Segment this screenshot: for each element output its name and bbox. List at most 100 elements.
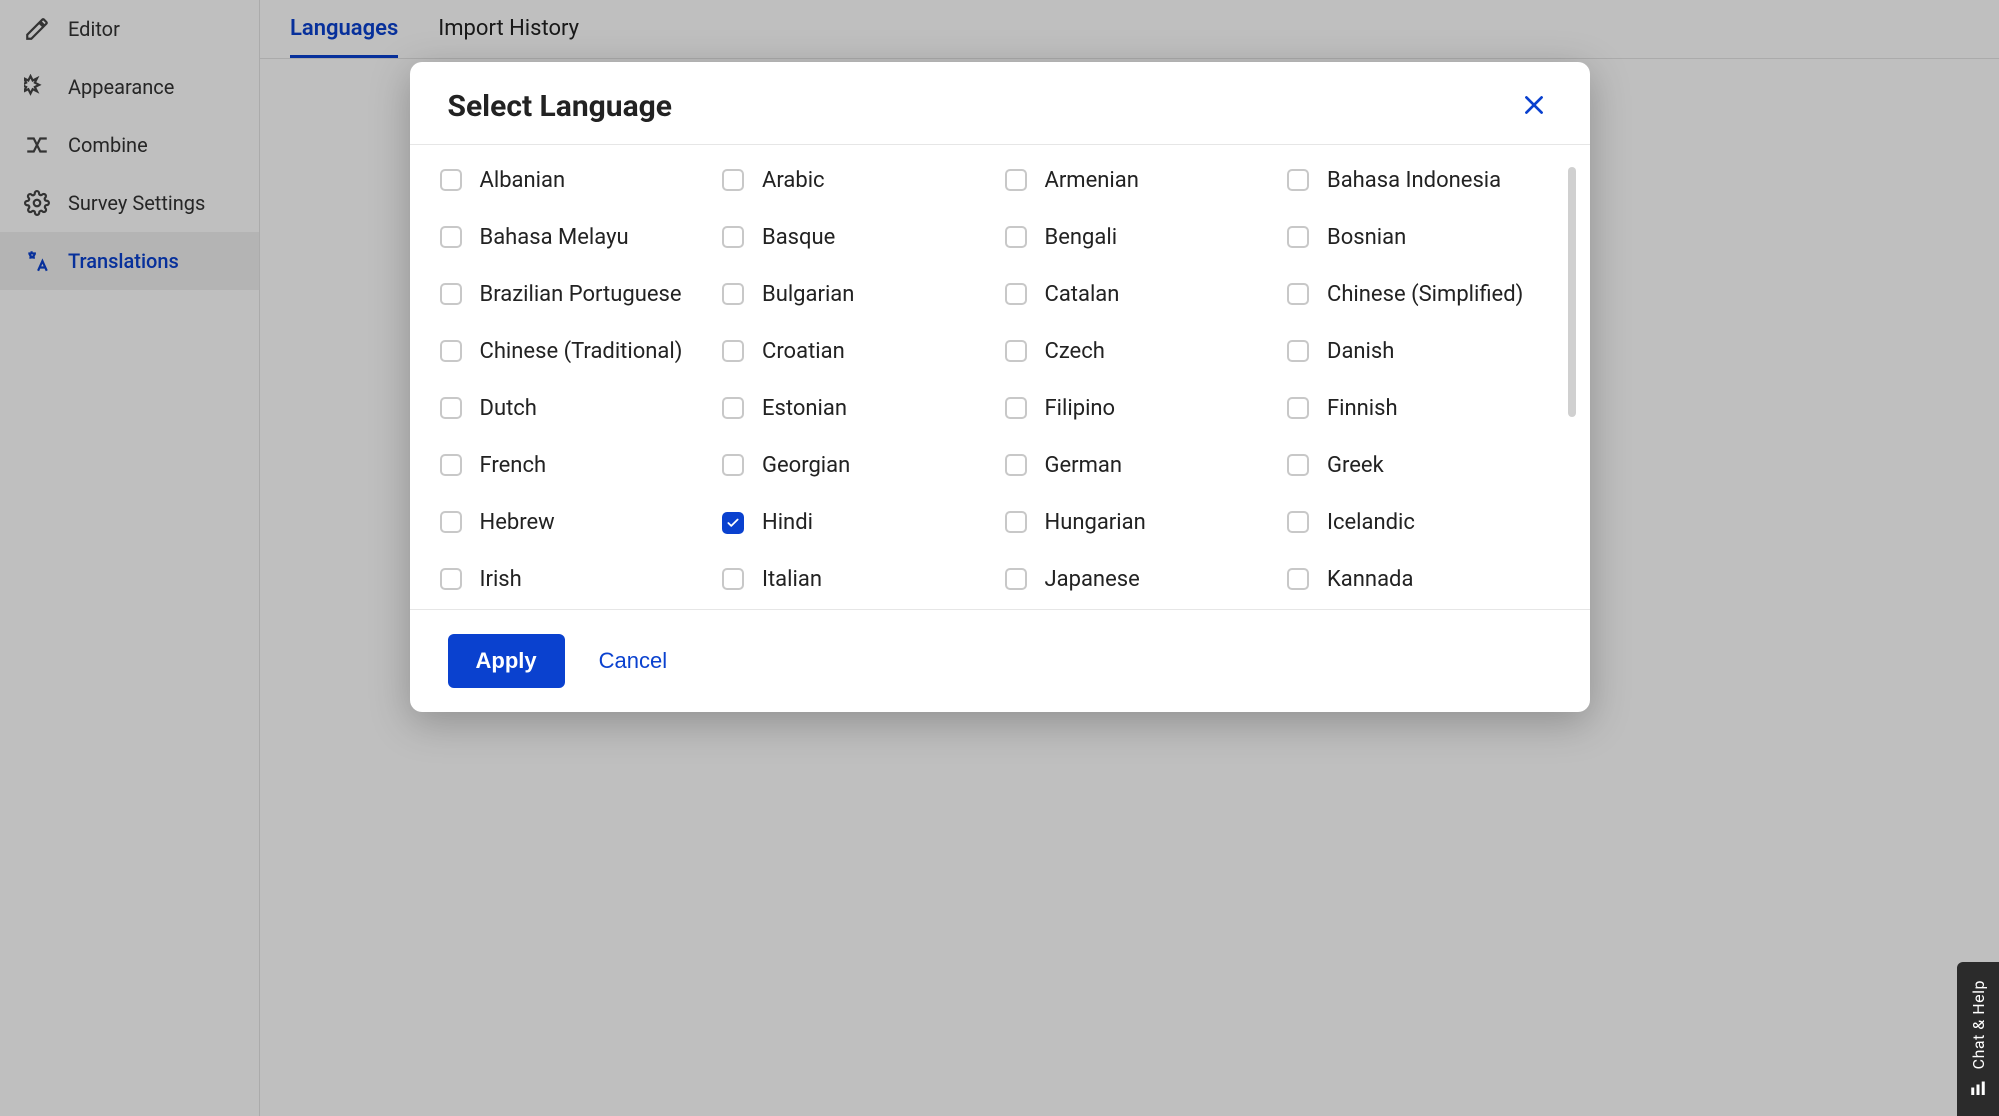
- language-checkbox[interactable]: [1005, 226, 1027, 248]
- language-option[interactable]: Hindi: [722, 509, 995, 539]
- language-checkbox[interactable]: [1287, 454, 1309, 476]
- language-checkbox[interactable]: [1287, 226, 1309, 248]
- language-option[interactable]: Greek: [1287, 452, 1560, 482]
- language-label: Croatian: [762, 338, 845, 366]
- language-label: German: [1045, 452, 1123, 480]
- modal-body: Albanian Arabic Armenian Bahasa Indonesia Ba…: [410, 145, 1590, 609]
- language-label: French: [480, 452, 547, 480]
- language-checkbox[interactable]: [440, 340, 462, 362]
- language-checkbox[interactable]: [722, 169, 744, 191]
- language-option[interactable]: Georgian: [722, 452, 995, 482]
- language-label: Czech: [1045, 338, 1105, 366]
- language-label: Filipino: [1045, 395, 1116, 423]
- language-checkbox[interactable]: [440, 397, 462, 419]
- language-label: Catalan: [1045, 281, 1120, 309]
- language-checkbox[interactable]: [1287, 511, 1309, 533]
- language-option[interactable]: Chinese (Traditional): [440, 338, 713, 368]
- language-checkbox[interactable]: [722, 340, 744, 362]
- language-option[interactable]: Croatian: [722, 338, 995, 368]
- language-label: Armenian: [1045, 167, 1139, 195]
- language-checkbox[interactable]: [440, 169, 462, 191]
- language-checkbox[interactable]: [440, 454, 462, 476]
- language-option[interactable]: Albanian: [440, 167, 713, 197]
- language-checkbox[interactable]: [722, 454, 744, 476]
- language-option[interactable]: German: [1005, 452, 1278, 482]
- language-checkbox[interactable]: [1005, 169, 1027, 191]
- language-option[interactable]: Japanese: [1005, 566, 1278, 596]
- language-option[interactable]: Bahasa Indonesia: [1287, 167, 1560, 197]
- language-option[interactable]: Hebrew: [440, 509, 713, 539]
- language-label: Bengali: [1045, 224, 1118, 252]
- modal-title: Select Language: [448, 89, 673, 124]
- language-option[interactable]: Estonian: [722, 395, 995, 425]
- language-label: Bulgarian: [762, 281, 854, 309]
- language-option[interactable]: Armenian: [1005, 167, 1278, 197]
- language-label: Hebrew: [480, 509, 555, 537]
- language-option[interactable]: Czech: [1005, 338, 1278, 368]
- language-checkbox[interactable]: [722, 283, 744, 305]
- scrollbar-thumb[interactable]: [1568, 167, 1576, 417]
- language-checkbox[interactable]: [1287, 169, 1309, 191]
- language-checkbox[interactable]: [1287, 283, 1309, 305]
- language-label: Basque: [762, 224, 835, 252]
- language-option[interactable]: Bulgarian: [722, 281, 995, 311]
- language-option[interactable]: Chinese (Simplified): [1287, 281, 1560, 311]
- language-grid: Albanian Arabic Armenian Bahasa Indonesia Ba…: [440, 167, 1560, 609]
- chat-help-tab[interactable]: Chat & Help: [1957, 962, 1999, 1116]
- language-checkbox[interactable]: [722, 568, 744, 590]
- language-label: Arabic: [762, 167, 825, 195]
- language-option[interactable]: Irish: [440, 566, 713, 596]
- language-option[interactable]: Filipino: [1005, 395, 1278, 425]
- language-option[interactable]: Bosnian: [1287, 224, 1560, 254]
- language-checkbox[interactable]: [1005, 340, 1027, 362]
- language-label: Icelandic: [1327, 509, 1415, 537]
- language-checkbox[interactable]: [722, 397, 744, 419]
- language-label: Kannada: [1327, 566, 1413, 594]
- cancel-button[interactable]: Cancel: [599, 648, 667, 674]
- language-option[interactable]: Bahasa Melayu: [440, 224, 713, 254]
- language-label: Chinese (Simplified): [1327, 281, 1523, 309]
- modal-header: Select Language: [410, 62, 1590, 145]
- language-checkbox[interactable]: [1287, 340, 1309, 362]
- language-option[interactable]: Bengali: [1005, 224, 1278, 254]
- language-option[interactable]: Dutch: [440, 395, 713, 425]
- language-label: Estonian: [762, 395, 847, 423]
- language-label: Irish: [480, 566, 522, 594]
- language-checkbox[interactable]: [440, 283, 462, 305]
- language-label: Hungarian: [1045, 509, 1146, 537]
- language-checkbox[interactable]: [1005, 511, 1027, 533]
- language-checkbox[interactable]: [1287, 568, 1309, 590]
- language-label: Greek: [1327, 452, 1384, 480]
- language-checkbox[interactable]: [1005, 283, 1027, 305]
- language-option[interactable]: French: [440, 452, 713, 482]
- close-button[interactable]: [1516, 88, 1552, 124]
- language-option[interactable]: Catalan: [1005, 281, 1278, 311]
- language-option[interactable]: Icelandic: [1287, 509, 1560, 539]
- language-option[interactable]: Italian: [722, 566, 995, 596]
- apply-button[interactable]: Apply: [448, 634, 565, 688]
- language-option[interactable]: Danish: [1287, 338, 1560, 368]
- language-label: Bahasa Indonesia: [1327, 167, 1501, 195]
- language-checkbox[interactable]: [1005, 568, 1027, 590]
- language-checkbox[interactable]: [722, 226, 744, 248]
- language-label: Bosnian: [1327, 224, 1406, 252]
- modal-footer: Apply Cancel: [410, 609, 1590, 712]
- language-checkbox[interactable]: [440, 511, 462, 533]
- language-label: Bahasa Melayu: [480, 224, 629, 252]
- language-checkbox[interactable]: [722, 512, 744, 534]
- scrollbar-track[interactable]: [1568, 167, 1576, 609]
- language-label: Finnish: [1327, 395, 1398, 423]
- language-option[interactable]: Basque: [722, 224, 995, 254]
- language-label: Japanese: [1045, 566, 1140, 594]
- language-option[interactable]: Brazilian Portuguese: [440, 281, 713, 311]
- language-checkbox[interactable]: [1005, 454, 1027, 476]
- language-checkbox[interactable]: [1287, 397, 1309, 419]
- language-option[interactable]: Hungarian: [1005, 509, 1278, 539]
- language-option[interactable]: Arabic: [722, 167, 995, 197]
- language-checkbox[interactable]: [440, 226, 462, 248]
- language-option[interactable]: Finnish: [1287, 395, 1560, 425]
- language-option[interactable]: Kannada: [1287, 566, 1560, 596]
- language-checkbox[interactable]: [1005, 397, 1027, 419]
- language-checkbox[interactable]: [440, 568, 462, 590]
- language-label: Hindi: [762, 509, 813, 537]
